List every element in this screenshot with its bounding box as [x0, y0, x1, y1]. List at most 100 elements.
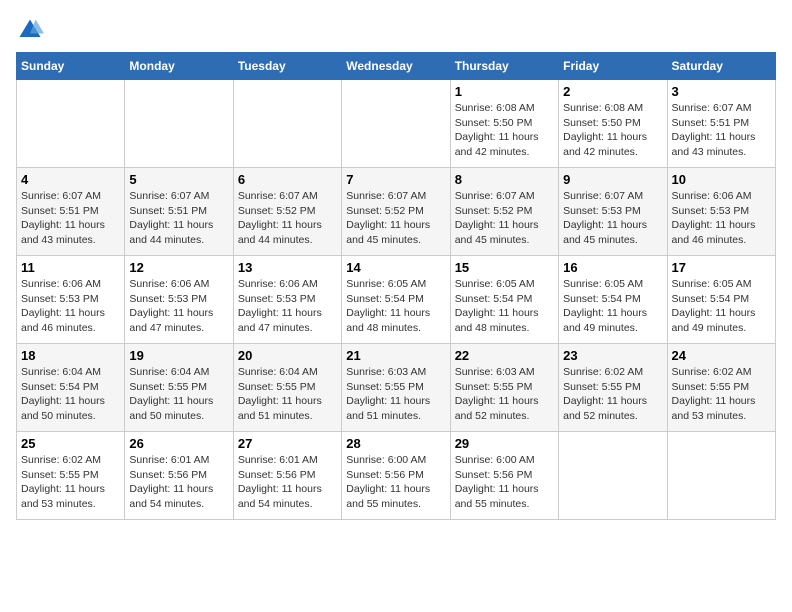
logo	[16, 16, 48, 44]
day-info: Sunrise: 6:04 AMSunset: 5:54 PMDaylight:…	[21, 365, 120, 424]
logo-icon	[16, 16, 44, 44]
calendar-cell: 27Sunrise: 6:01 AMSunset: 5:56 PMDayligh…	[233, 432, 341, 520]
calendar-cell: 9Sunrise: 6:07 AMSunset: 5:53 PMDaylight…	[559, 168, 667, 256]
day-number: 3	[672, 84, 771, 99]
day-info: Sunrise: 6:02 AMSunset: 5:55 PMDaylight:…	[21, 453, 120, 512]
calendar-cell: 7 Sunrise: 6:07 AMSunset: 5:52 PMDaylight…	[342, 168, 450, 256]
day-number: 8	[455, 172, 554, 187]
day-info: Sunrise: 6:07 AMSunset: 5:52 PMDaylight:…	[238, 189, 337, 248]
day-number: 21	[346, 348, 445, 363]
day-info: Sunrise: 6:06 AMSunset: 5:53 PMDaylight:…	[21, 277, 120, 336]
day-number: 1	[455, 84, 554, 99]
calendar-cell: 28 Sunrise: 6:00 AMSunset: 5:56 PMDayligh…	[342, 432, 450, 520]
day-number: 29	[455, 436, 554, 451]
day-number: 9	[563, 172, 662, 187]
calendar-week-row: 25 Sunrise: 6:02 AMSunset: 5:55 PMDayligh…	[17, 432, 776, 520]
calendar-week-row: 1 Sunrise: 6:08 AMSunset: 5:50 PMDaylight…	[17, 80, 776, 168]
day-info: Sunrise: 6:04 AMSunset: 5:55 PMDaylight:…	[238, 365, 337, 424]
day-number: 12	[129, 260, 228, 275]
calendar-cell: 18 Sunrise: 6:04 AMSunset: 5:54 PMDayligh…	[17, 344, 125, 432]
calendar-cell: 26 Sunrise: 6:01 AMSunset: 5:56 PMDayligh…	[125, 432, 233, 520]
weekday-header-tuesday: Tuesday	[233, 53, 341, 80]
day-number: 14	[346, 260, 445, 275]
day-number: 11	[21, 260, 120, 275]
page-container: SundayMondayTuesdayWednesdayThursdayFrid…	[16, 16, 776, 520]
day-info: Sunrise: 6:07 AMSunset: 5:51 PMDaylight:…	[672, 101, 771, 160]
calendar-cell: 25 Sunrise: 6:02 AMSunset: 5:55 PMDayligh…	[17, 432, 125, 520]
calendar-cell: 13 Sunrise: 6:06 AMSunset: 5:53 PMDayligh…	[233, 256, 341, 344]
weekday-header-sunday: Sunday	[17, 53, 125, 80]
calendar-cell: 16 Sunrise: 6:05 AMSunset: 5:54 PMDayligh…	[559, 256, 667, 344]
calendar-cell: 19 Sunrise: 6:04 AMSunset: 5:55 PMDayligh…	[125, 344, 233, 432]
day-number: 13	[238, 260, 337, 275]
calendar-week-row: 11 Sunrise: 6:06 AMSunset: 5:53 PMDayligh…	[17, 256, 776, 344]
calendar-cell: 2Sunrise: 6:08 AMSunset: 5:50 PMDaylight…	[559, 80, 667, 168]
day-number: 27	[238, 436, 337, 451]
day-info: Sunrise: 6:00 AMSunset: 5:56 PMDaylight:…	[346, 453, 445, 512]
calendar-cell: 21Sunrise: 6:03 AMSunset: 5:55 PMDayligh…	[342, 344, 450, 432]
day-info: Sunrise: 6:06 AMSunset: 5:53 PMDaylight:…	[238, 277, 337, 336]
day-info: Sunrise: 6:06 AMSunset: 5:53 PMDaylight:…	[129, 277, 228, 336]
day-number: 24	[672, 348, 771, 363]
day-info: Sunrise: 6:01 AMSunset: 5:56 PMDaylight:…	[129, 453, 228, 512]
calendar-cell	[233, 80, 341, 168]
day-info: Sunrise: 6:04 AMSunset: 5:55 PMDaylight:…	[129, 365, 228, 424]
calendar-cell	[17, 80, 125, 168]
day-number: 26	[129, 436, 228, 451]
day-number: 5	[129, 172, 228, 187]
weekday-header-friday: Friday	[559, 53, 667, 80]
day-info: Sunrise: 6:06 AMSunset: 5:53 PMDaylight:…	[672, 189, 771, 248]
calendar-cell: 29 Sunrise: 6:00 AMSunset: 5:56 PMDayligh…	[450, 432, 558, 520]
calendar-cell: 1 Sunrise: 6:08 AMSunset: 5:50 PMDaylight…	[450, 80, 558, 168]
calendar-week-row: 18 Sunrise: 6:04 AMSunset: 5:54 PMDayligh…	[17, 344, 776, 432]
day-number: 15	[455, 260, 554, 275]
weekday-header-monday: Monday	[125, 53, 233, 80]
day-number: 20	[238, 348, 337, 363]
day-number: 28	[346, 436, 445, 451]
day-number: 7	[346, 172, 445, 187]
calendar-table: SundayMondayTuesdayWednesdayThursdayFrid…	[16, 52, 776, 520]
day-number: 19	[129, 348, 228, 363]
calendar-body: 1 Sunrise: 6:08 AMSunset: 5:50 PMDaylight…	[17, 80, 776, 520]
day-number: 2	[563, 84, 662, 99]
day-info: Sunrise: 6:07 AMSunset: 5:51 PMDaylight:…	[129, 189, 228, 248]
day-info: Sunrise: 6:05 AMSunset: 5:54 PMDaylight:…	[455, 277, 554, 336]
day-info: Sunrise: 6:07 AMSunset: 5:52 PMDaylight:…	[346, 189, 445, 248]
calendar-cell: 24 Sunrise: 6:02 AMSunset: 5:55 PMDayligh…	[667, 344, 775, 432]
day-info: Sunrise: 6:08 AMSunset: 5:50 PMDaylight:…	[455, 101, 554, 160]
calendar-cell: 14Sunrise: 6:05 AMSunset: 5:54 PMDayligh…	[342, 256, 450, 344]
day-info: Sunrise: 6:07 AMSunset: 5:51 PMDaylight:…	[21, 189, 120, 248]
day-info: Sunrise: 6:05 AMSunset: 5:54 PMDaylight:…	[563, 277, 662, 336]
calendar-cell: 6 Sunrise: 6:07 AMSunset: 5:52 PMDaylight…	[233, 168, 341, 256]
weekday-header-thursday: Thursday	[450, 53, 558, 80]
weekday-header-saturday: Saturday	[667, 53, 775, 80]
day-number: 25	[21, 436, 120, 451]
calendar-cell: 4 Sunrise: 6:07 AMSunset: 5:51 PMDaylight…	[17, 168, 125, 256]
day-number: 4	[21, 172, 120, 187]
calendar-cell	[559, 432, 667, 520]
calendar-cell	[667, 432, 775, 520]
calendar-cell: 17 Sunrise: 6:05 AMSunset: 5:54 PMDayligh…	[667, 256, 775, 344]
day-number: 16	[563, 260, 662, 275]
calendar-cell: 8 Sunrise: 6:07 AMSunset: 5:52 PMDaylight…	[450, 168, 558, 256]
day-info: Sunrise: 6:05 AMSunset: 5:54 PMDaylight:…	[672, 277, 771, 336]
calendar-cell: 10 Sunrise: 6:06 AMSunset: 5:53 PMDayligh…	[667, 168, 775, 256]
day-info: Sunrise: 6:07 AMSunset: 5:52 PMDaylight:…	[455, 189, 554, 248]
calendar-header: SundayMondayTuesdayWednesdayThursdayFrid…	[17, 53, 776, 80]
calendar-cell: 12 Sunrise: 6:06 AMSunset: 5:53 PMDayligh…	[125, 256, 233, 344]
day-number: 23	[563, 348, 662, 363]
weekday-header-row: SundayMondayTuesdayWednesdayThursdayFrid…	[17, 53, 776, 80]
day-info: Sunrise: 6:02 AMSunset: 5:55 PMDaylight:…	[672, 365, 771, 424]
day-number: 18	[21, 348, 120, 363]
calendar-cell: 3 Sunrise: 6:07 AMSunset: 5:51 PMDaylight…	[667, 80, 775, 168]
day-number: 22	[455, 348, 554, 363]
calendar-cell	[125, 80, 233, 168]
calendar-cell: 11 Sunrise: 6:06 AMSunset: 5:53 PMDayligh…	[17, 256, 125, 344]
day-number: 17	[672, 260, 771, 275]
calendar-cell: 22 Sunrise: 6:03 AMSunset: 5:55 PMDayligh…	[450, 344, 558, 432]
header	[16, 16, 776, 44]
day-info: Sunrise: 6:03 AMSunset: 5:55 PMDaylight:…	[455, 365, 554, 424]
day-number: 6	[238, 172, 337, 187]
day-number: 10	[672, 172, 771, 187]
day-info: Sunrise: 6:00 AMSunset: 5:56 PMDaylight:…	[455, 453, 554, 512]
